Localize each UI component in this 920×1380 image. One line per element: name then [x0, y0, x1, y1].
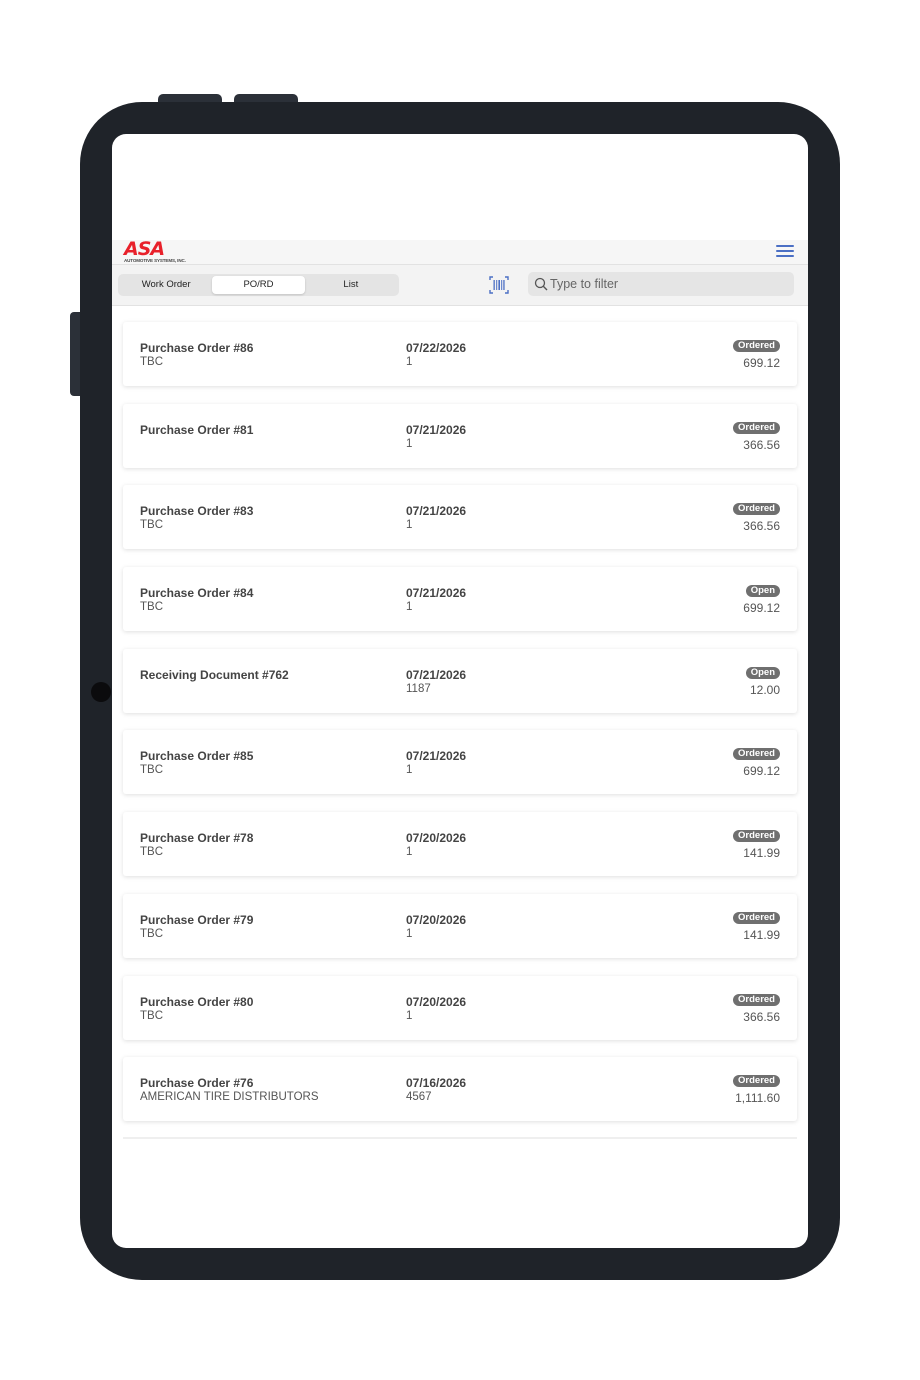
order-date: 07/21/2026 — [406, 422, 467, 437]
order-vendor: TBC — [140, 927, 163, 940]
order-amount: 366.56 — [743, 519, 780, 534]
status-badge: Open — [745, 585, 780, 598]
order-title: Purchase Order #84 — [140, 586, 254, 601]
search-box — [528, 272, 794, 296]
order-card[interactable]: Purchase Order #76 AMERICAN TIRE DISTRIBU… — [123, 1057, 797, 1122]
order-vendor: AMERICAN TIRE DISTRIBUTORS — [140, 1091, 319, 1104]
order-vendor: TBC — [140, 356, 163, 368]
order-vendor: TBC — [140, 764, 163, 777]
order-date: 07/21/2026 — [406, 586, 467, 601]
order-title: Purchase Order #76 — [140, 1076, 254, 1091]
order-amount: 699.12 — [743, 764, 780, 779]
order-card[interactable]: Purchase Order #84 TBC 07/21/2026 1 Open 699.… — [123, 567, 797, 632]
toolbar: Work Order PO/RD List — [112, 265, 808, 306]
hamburger-menu-icon[interactable] — [776, 245, 794, 258]
order-date: 07/20/2026 — [406, 994, 467, 1009]
status-badge: Ordered — [733, 748, 780, 761]
order-reference: 1 — [406, 927, 413, 940]
order-card[interactable]: Purchase Order #79 TBC 07/20/2026 1 Ordered 1… — [123, 893, 797, 958]
order-reference: 1 — [406, 356, 413, 368]
order-reference: 4567 — [406, 1091, 432, 1104]
camera-dot — [91, 682, 111, 702]
tab-po-rd[interactable]: PO/RD — [212, 276, 305, 294]
order-card[interactable]: Purchase Order #80 TBC 07/20/2026 1 Ordered 3… — [123, 975, 797, 1040]
status-badge: Ordered — [733, 503, 780, 516]
app-header: ASA AUTOMOTIVE SYSTEMS, INC. — [112, 238, 808, 265]
status-badge: Ordered — [733, 421, 780, 434]
search-input[interactable] — [550, 272, 786, 296]
order-amount: 141.99 — [743, 846, 780, 861]
order-amount: 699.12 — [743, 601, 780, 616]
order-amount: 366.56 — [743, 437, 780, 452]
order-reference: 1 — [406, 437, 413, 450]
barcode-scan-icon[interactable] — [489, 276, 509, 294]
order-date: 07/21/2026 — [406, 667, 467, 682]
order-title: Purchase Order #79 — [140, 912, 254, 927]
order-reference: 1 — [406, 764, 413, 777]
status-badge: Ordered — [733, 830, 780, 843]
order-amount: 699.12 — [743, 356, 780, 370]
order-vendor: TBC — [140, 846, 163, 859]
order-reference: 1 — [406, 519, 413, 532]
order-date: 07/20/2026 — [406, 831, 467, 846]
order-amount: 141.99 — [743, 927, 780, 942]
tab-list[interactable]: List — [305, 276, 397, 294]
view-tabs: Work Order PO/RD List — [118, 274, 399, 296]
status-badge: Ordered — [733, 911, 780, 924]
order-list: Purchase Order #86 TBC 07/22/2026 1 Ordered 6… — [123, 322, 797, 1139]
order-title: Purchase Order #85 — [140, 749, 254, 764]
order-amount: 366.56 — [743, 1009, 780, 1024]
order-reference: 1 — [406, 1009, 413, 1022]
order-vendor: TBC — [140, 601, 163, 614]
order-date: 07/20/2026 — [406, 912, 467, 927]
order-card[interactable]: Receiving Document #762 07/21/2026 1187 Ope… — [123, 648, 797, 713]
status-badge: Ordered — [733, 1075, 780, 1088]
order-date: 07/16/2026 — [406, 1076, 467, 1091]
order-title: Purchase Order #83 — [140, 504, 254, 519]
order-title: Purchase Order #86 — [140, 341, 254, 355]
status-badge: Ordered — [733, 340, 780, 352]
status-badge: Ordered — [733, 993, 780, 1006]
search-icon — [534, 277, 548, 291]
order-title: Purchase Order #81 — [140, 422, 254, 437]
order-vendor: TBC — [140, 519, 163, 532]
order-title: Purchase Order #78 — [140, 831, 254, 846]
order-reference: 1 — [406, 601, 413, 614]
app-screen: ASA AUTOMOTIVE SYSTEMS, INC. Work Order … — [112, 134, 808, 1248]
asa-logo: ASA AUTOMOTIVE SYSTEMS, INC. — [120, 238, 200, 264]
order-date: 07/21/2026 — [406, 504, 467, 519]
list-end-divider — [123, 1137, 797, 1139]
tab-work-order[interactable]: Work Order — [120, 276, 212, 294]
order-reference: 1187 — [406, 682, 431, 695]
order-card[interactable]: Purchase Order #85 TBC 07/21/2026 1 Ordered 6… — [123, 730, 797, 795]
logo-text: ASA — [124, 238, 165, 260]
order-vendor: TBC — [140, 1009, 163, 1022]
order-date: 07/21/2026 — [406, 749, 467, 764]
order-card[interactable]: Purchase Order #81 07/21/2026 1 Ordered 366.… — [123, 403, 797, 468]
order-title: Purchase Order #80 — [140, 994, 254, 1009]
order-amount: 12.00 — [749, 682, 780, 697]
order-title: Receiving Document #762 — [140, 667, 289, 682]
logo-subtext: AUTOMOTIVE SYSTEMS, INC. — [124, 258, 186, 263]
order-card[interactable]: Purchase Order #78 TBC 07/20/2026 1 Ordered 1… — [123, 812, 797, 877]
order-card[interactable]: Purchase Order #86 TBC 07/22/2026 1 Ordered 6… — [123, 322, 797, 386]
order-date: 07/22/2026 — [406, 341, 467, 355]
status-badge: Open — [745, 666, 780, 679]
order-reference: 1 — [406, 846, 413, 859]
order-amount: 1,111.60 — [735, 1091, 780, 1106]
order-card[interactable]: Purchase Order #83 TBC 07/21/2026 1 Ordered 3… — [123, 485, 797, 550]
